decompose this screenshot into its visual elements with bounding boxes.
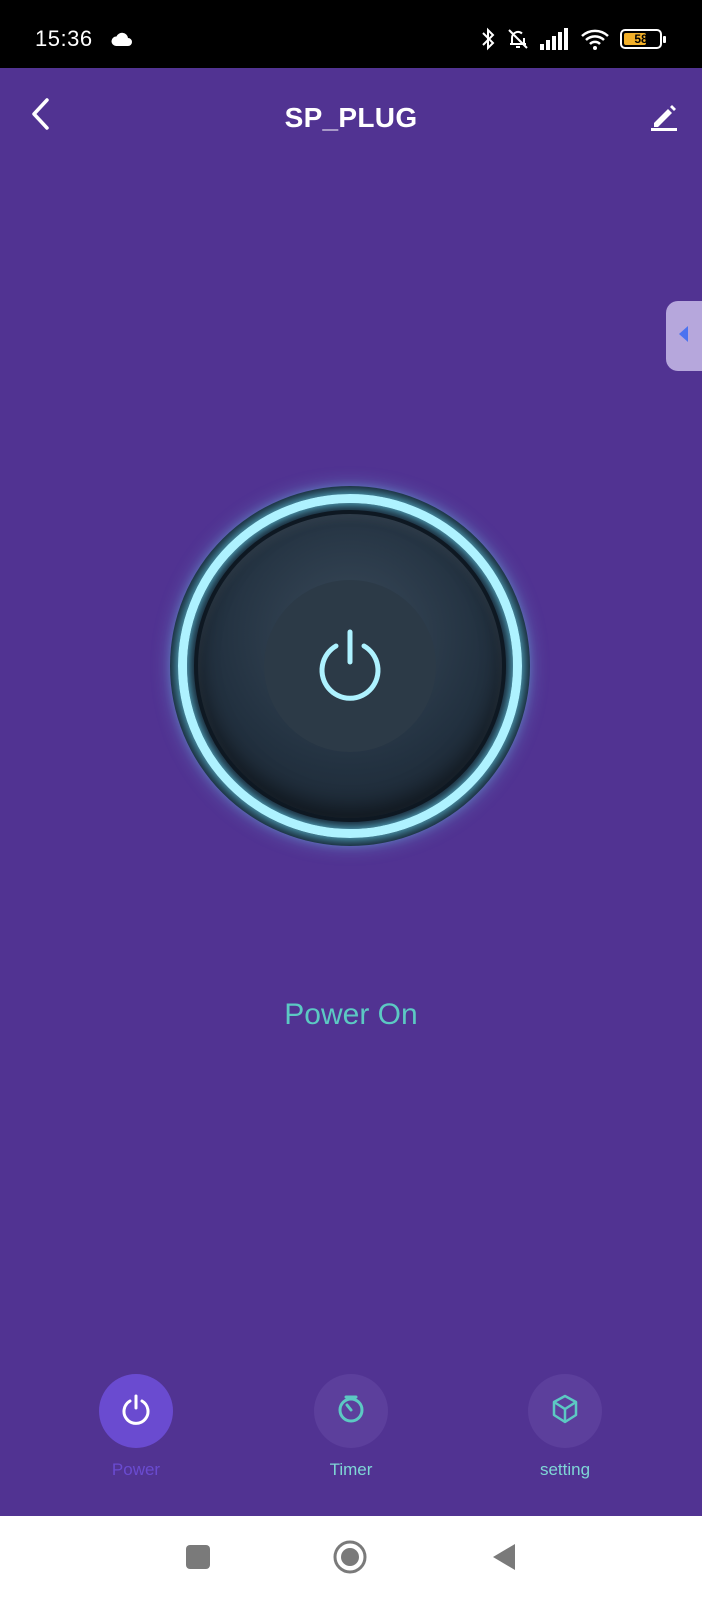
app-screen: SP_PLUG Power On Power Timer setting — [0, 68, 702, 1516]
caret-left-icon — [678, 325, 690, 348]
power-icon — [119, 1392, 153, 1431]
cloud-icon — [110, 30, 134, 48]
wifi-icon — [580, 28, 610, 50]
header: SP_PLUG — [0, 68, 702, 168]
home-button[interactable] — [333, 1540, 367, 1576]
timer-icon — [334, 1392, 368, 1431]
tab-power[interactable]: Power — [76, 1374, 196, 1480]
status-time: 15:36 — [35, 26, 93, 51]
tab-label: Power — [111, 1460, 161, 1479]
system-nav-bar — [0, 1516, 702, 1600]
back-nav-button[interactable] — [487, 1542, 521, 1576]
square-icon — [185, 1544, 211, 1575]
power-toggle-button[interactable] — [170, 486, 530, 846]
status-bar: 15:36 58 — [0, 0, 702, 68]
tab-setting[interactable]: setting — [505, 1374, 625, 1480]
battery-level: 58 — [634, 32, 648, 46]
cube-icon — [548, 1392, 582, 1431]
pencil-icon — [648, 100, 680, 137]
power-icon — [310, 624, 390, 709]
page-title: SP_PLUG — [284, 102, 418, 133]
edit-button[interactable] — [644, 98, 684, 138]
bluetooth-icon — [480, 27, 496, 51]
tab-timer[interactable]: Timer — [291, 1374, 411, 1480]
recent-apps-button[interactable] — [181, 1542, 215, 1576]
bell-off-icon — [506, 27, 530, 51]
triangle-back-icon — [491, 1542, 517, 1577]
battery-icon: 58 — [620, 29, 666, 49]
tab-label: setting — [539, 1460, 591, 1479]
side-panel-handle[interactable] — [666, 301, 702, 371]
tab-label: Timer — [329, 1460, 373, 1479]
bottom-tab-bar: Power Timer setting — [0, 1374, 702, 1494]
home-circle-icon — [332, 1539, 368, 1580]
status-icons: 58 — [480, 26, 666, 52]
power-status-text: Power On — [284, 998, 418, 1031]
signal-icon — [540, 28, 570, 50]
